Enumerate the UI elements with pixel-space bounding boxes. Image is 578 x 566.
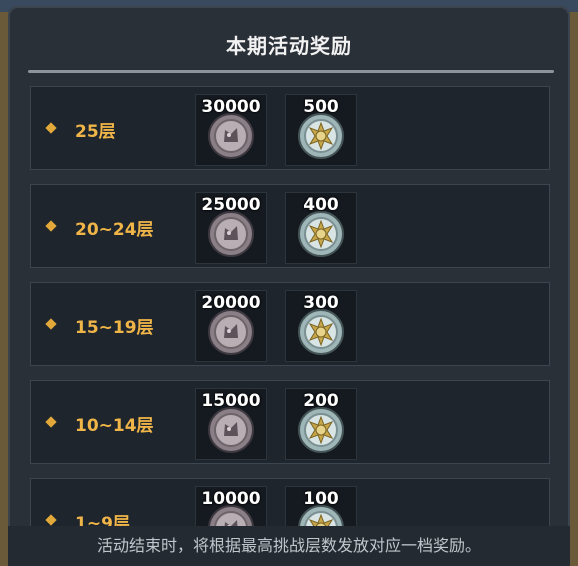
reward-slot-sun[interactable]: 500 [285, 94, 357, 166]
reward-slot-silver[interactable]: 25000 [195, 192, 267, 264]
bullet-diamond-icon [45, 416, 57, 428]
reward-row: 1~9层 10000 100 [30, 478, 550, 526]
tier-label: 15~19层 [75, 318, 154, 338]
silver-coin-icon [208, 211, 254, 257]
tier-label: 10~14层 [75, 416, 154, 436]
sun-coin-icon [298, 211, 344, 257]
reward-slot-silver[interactable]: 10000 [195, 486, 267, 526]
reward-panel: 本期活动奖励 25层 30000 500 20~24层 25000 400 15… [8, 6, 570, 566]
bullet-diamond-icon [45, 220, 57, 232]
sun-coin-icon [298, 309, 344, 355]
reward-row: 10~14层 15000 200 [30, 380, 550, 464]
silver-coin-icon [208, 113, 254, 159]
reward-quantity: 10000 [201, 489, 261, 509]
footer-note: 活动结束时，将根据最高挑战层数发放对应一档奖励。 [8, 526, 570, 566]
tier-label: 1~9层 [75, 514, 130, 526]
reward-row: 20~24层 25000 400 [30, 184, 550, 268]
silver-coin-icon [208, 309, 254, 355]
reward-quantity: 300 [303, 293, 339, 313]
reward-slot-silver[interactable]: 15000 [195, 388, 267, 460]
tier-label: 25层 [75, 122, 116, 142]
reward-quantity: 25000 [201, 195, 261, 215]
reward-row: 25层 30000 500 [30, 86, 550, 170]
reward-slot-sun[interactable]: 300 [285, 290, 357, 362]
bullet-diamond-icon [45, 318, 57, 330]
reward-quantity: 100 [303, 489, 339, 509]
sun-coin-icon [298, 407, 344, 453]
sun-coin-icon [298, 113, 344, 159]
tier-label: 20~24层 [75, 220, 154, 240]
reward-slot-sun[interactable]: 200 [285, 388, 357, 460]
title-divider [28, 70, 554, 73]
reward-quantity: 200 [303, 391, 339, 411]
reward-slot-silver[interactable]: 20000 [195, 290, 267, 362]
bullet-diamond-icon [45, 122, 57, 134]
reward-list[interactable]: 25层 30000 500 20~24层 25000 400 15~19层 20… [30, 86, 552, 526]
reward-slot-silver[interactable]: 30000 [195, 94, 267, 166]
reward-quantity: 500 [303, 97, 339, 117]
bullet-diamond-icon [45, 514, 57, 526]
reward-quantity: 400 [303, 195, 339, 215]
panel-title: 本期活动奖励 [226, 34, 352, 58]
reward-quantity: 30000 [201, 97, 261, 117]
reward-row: 15~19层 20000 300 [30, 282, 550, 366]
reward-quantity: 15000 [201, 391, 261, 411]
reward-slot-sun[interactable]: 100 [285, 486, 357, 526]
silver-coin-icon [208, 407, 254, 453]
reward-quantity: 20000 [201, 293, 261, 313]
reward-slot-sun[interactable]: 400 [285, 192, 357, 264]
